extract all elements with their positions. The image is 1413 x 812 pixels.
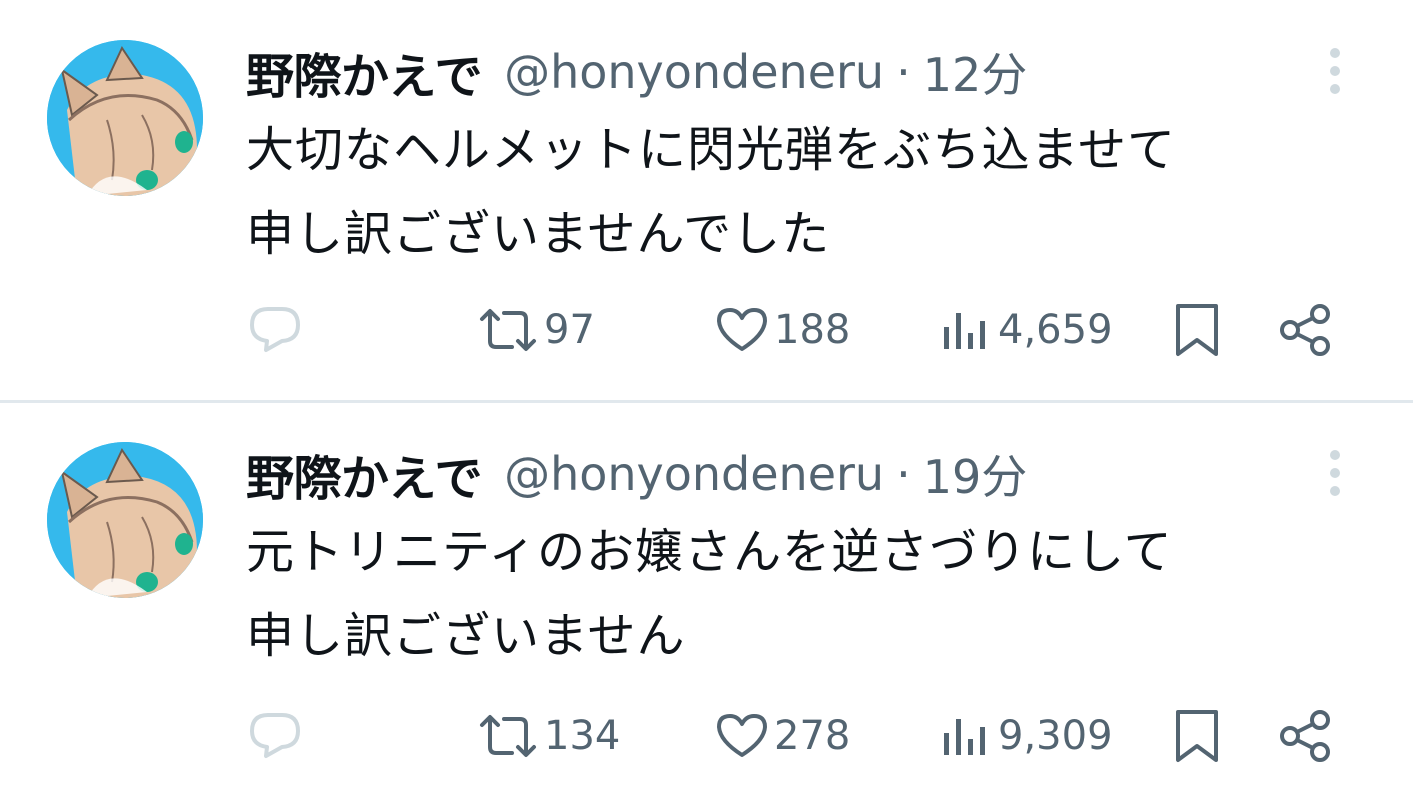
tweet-text: 大切なヘルメットに閃光弾をぶち込ませて 申し訳ございませんでした (246, 108, 1386, 276)
reply-icon (246, 303, 304, 357)
share-button[interactable] (1278, 706, 1334, 766)
avatar-image (47, 40, 203, 196)
action-bar: 134 278 9,309 (0, 706, 1413, 766)
heart-icon (714, 711, 770, 761)
tweet[interactable]: 野際かえで @honyondeneru · 12分 大切なヘルメットに閃光弾をぶ… (0, 0, 1413, 402)
tweet-text-line: 元トリニティのお嬢さんを逆さづりにして (246, 524, 1173, 580)
views-bar-chart-icon (938, 711, 994, 761)
author-name[interactable]: 野際かえで (246, 439, 483, 509)
author-name[interactable]: 野際かえで (246, 37, 483, 107)
retweet-icon (476, 711, 540, 761)
like-count: 188 (774, 307, 851, 353)
reply-button[interactable] (246, 706, 304, 766)
action-bar: 97 188 4,659 (0, 300, 1413, 360)
like-button[interactable]: 188 (714, 300, 850, 360)
retweet-icon (476, 305, 540, 355)
more-vertical-icon[interactable] (1318, 46, 1352, 96)
share-icon (1278, 708, 1334, 764)
tweet-text-line: 申し訳ございませんでした (246, 206, 831, 262)
bookmark-icon (1172, 708, 1222, 764)
timestamp[interactable]: 12分 (923, 39, 1028, 105)
retweet-count: 134 (544, 713, 621, 759)
retweet-count: 97 (544, 307, 595, 353)
avatar[interactable] (47, 442, 203, 598)
views-bar-chart-icon (938, 305, 994, 355)
separator-dot: · (896, 45, 911, 99)
author-handle[interactable]: @honyondeneru (504, 447, 884, 501)
tweet-text-line: 申し訳ございません (246, 608, 686, 664)
reply-icon (246, 709, 304, 763)
share-icon (1278, 302, 1334, 358)
more-vertical-icon[interactable] (1318, 448, 1352, 498)
bookmark-button[interactable] (1172, 300, 1222, 360)
tweet-text: 元トリニティのお嬢さんを逆さづりにして 申し訳ございません (246, 510, 1386, 678)
tweet[interactable]: 野際かえで @honyondeneru · 19分 元トリニティのお嬢さんを逆さ… (0, 402, 1413, 812)
separator-dot: · (896, 447, 911, 501)
views-button[interactable]: 4,659 (938, 300, 1113, 360)
retweet-button[interactable]: 97 (476, 300, 595, 360)
share-button[interactable] (1278, 300, 1334, 360)
timestamp[interactable]: 19分 (923, 441, 1028, 507)
avatar-image (47, 442, 203, 598)
avatar[interactable] (47, 40, 203, 196)
tweet-header: 野際かえで @honyondeneru · 12分 (246, 34, 1027, 110)
view-count: 9,309 (998, 713, 1113, 759)
like-button[interactable]: 278 (714, 706, 850, 766)
tweet-text-line: 大切なヘルメットに閃光弾をぶち込ませて (246, 122, 1177, 178)
retweet-button[interactable]: 134 (476, 706, 620, 766)
tweet-header: 野際かえで @honyondeneru · 19分 (246, 436, 1027, 512)
bookmark-icon (1172, 302, 1222, 358)
like-count: 278 (774, 713, 851, 759)
reply-button[interactable] (246, 300, 304, 360)
heart-icon (714, 305, 770, 355)
views-button[interactable]: 9,309 (938, 706, 1113, 766)
bookmark-button[interactable] (1172, 706, 1222, 766)
view-count: 4,659 (998, 307, 1113, 353)
author-handle[interactable]: @honyondeneru (504, 45, 884, 99)
